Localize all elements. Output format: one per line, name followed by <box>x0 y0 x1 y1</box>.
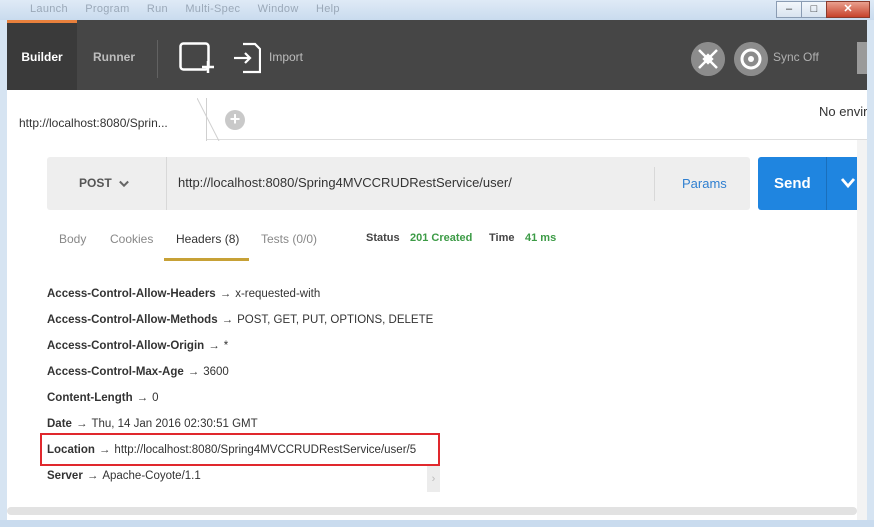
tab-cookies[interactable]: Cookies <box>110 232 153 246</box>
active-tab-indicator <box>164 258 249 261</box>
time-value: 41 ms <box>525 232 557 244</box>
arrow-icon: → <box>136 392 149 404</box>
window-bottom-frame <box>0 520 874 527</box>
sync-icon[interactable] <box>734 42 768 76</box>
toolbar-divider <box>157 40 158 78</box>
send-options-chevron-icon[interactable] <box>840 177 856 189</box>
add-tab-button[interactable]: + <box>225 110 245 130</box>
status-value: 201 Created <box>410 232 473 244</box>
response-scroll-handle[interactable]: › <box>427 466 440 492</box>
tab-builder[interactable]: Builder <box>7 20 77 90</box>
header-row: Access-Control-Allow-Headers → x-requested… <box>47 288 320 300</box>
header-value: 0 <box>152 392 159 404</box>
arrow-icon: → <box>86 470 99 482</box>
location-highlight-box <box>40 433 440 466</box>
new-request-icon[interactable] <box>179 42 215 74</box>
send-button[interactable]: Send <box>758 157 867 210</box>
status-label: Status <box>366 232 400 244</box>
minimize-button[interactable]: – <box>776 1 802 18</box>
header-row: Date → Thu, 14 Jan 2016 02:30:51 GMT <box>47 418 258 430</box>
sync-status: Sync Off <box>773 50 819 64</box>
menu-item-program[interactable]: Program <box>85 3 129 15</box>
tab-edge <box>197 98 220 141</box>
header-key: Server <box>47 470 83 482</box>
method-select[interactable]: POST <box>47 157 167 210</box>
tab-body[interactable]: Body <box>59 232 86 246</box>
header-value: POST, GET, PUT, OPTIONS, DELETE <box>237 314 434 326</box>
postman-app: Builder Runner Import Sync Off http://lo… <box>7 20 867 520</box>
close-button[interactable]: ✕ <box>826 1 870 18</box>
arrow-icon: → <box>208 340 220 352</box>
vertical-scrollbar[interactable] <box>857 140 867 520</box>
tab-runner[interactable]: Runner <box>93 20 135 90</box>
header-value: Apache-Coyote/1.1 <box>102 470 201 482</box>
header-key: Date <box>47 418 72 430</box>
import-icon[interactable] <box>233 42 261 74</box>
header-row: Access-Control-Allow-Methods → POST, GET, … <box>47 314 433 326</box>
header-key: Access-Control-Max-Age <box>47 366 184 378</box>
environment-selector[interactable]: No envir <box>819 104 867 119</box>
header-row: Server → Apache-Coyote/1.1 <box>47 470 201 482</box>
header-key: Access-Control-Allow-Headers <box>47 288 216 300</box>
menu-item-window[interactable]: Window <box>258 3 299 15</box>
header-row: Content-Length → 0 <box>47 392 159 404</box>
import-label[interactable]: Import <box>269 50 303 64</box>
header-row: Access-Control-Allow-Origin → * <box>47 340 228 352</box>
header-value: 3600 <box>203 366 229 378</box>
params-divider <box>654 167 655 201</box>
arrow-icon: → <box>221 314 234 326</box>
window-controls: – □ ✕ <box>776 1 870 18</box>
request-tab-row: http://localhost:8080/Sprin... + No envi… <box>7 90 867 141</box>
header-key: Content-Length <box>47 392 133 404</box>
interceptor-icon[interactable] <box>691 42 725 76</box>
header-key: Access-Control-Allow-Methods <box>47 314 218 326</box>
window-titlebar: Launch Program Run Multi-Spec Window Hel… <box>0 0 874 20</box>
arrow-icon: → <box>219 288 232 300</box>
send-label: Send <box>774 175 811 192</box>
header-row: Access-Control-Max-Age → 3600 <box>47 366 229 378</box>
url-bar: POST http://localhost:8080/Spring4MVCCRU… <box>47 157 750 210</box>
send-divider <box>826 157 827 210</box>
url-input[interactable]: http://localhost:8080/Spring4MVCCRUDRest… <box>178 175 512 190</box>
maximize-button[interactable]: □ <box>801 1 827 18</box>
menu-item-run[interactable]: Run <box>147 3 168 15</box>
header-value: Thu, 14 Jan 2016 02:30:51 GMT <box>91 418 258 430</box>
tab-tests[interactable]: Tests (0/0) <box>261 232 317 246</box>
toolbar-edge <box>857 42 867 74</box>
header-value: x-requested-with <box>235 288 321 300</box>
method-value: POST <box>79 176 112 190</box>
time-label: Time <box>489 232 515 244</box>
menu-item-multi-spec[interactable]: Multi-Spec <box>185 3 240 15</box>
header-key: Access-Control-Allow-Origin <box>47 340 205 352</box>
params-button[interactable]: Params <box>682 176 727 191</box>
arrow-icon: → <box>75 418 88 430</box>
top-toolbar: Builder Runner Import Sync Off <box>7 20 867 90</box>
chevron-down-icon[interactable] <box>119 179 129 189</box>
request-tab[interactable]: http://localhost:8080/Sprin... <box>7 98 207 141</box>
menu-item-help[interactable]: Help <box>316 3 340 15</box>
request-tab-label: http://localhost:8080/Sprin... <box>19 116 168 130</box>
header-value: * <box>223 340 229 352</box>
tab-headers[interactable]: Headers (8) <box>176 232 239 246</box>
horizontal-scrollbar[interactable] <box>7 507 857 515</box>
menu-item-launch[interactable]: Launch <box>30 3 68 15</box>
window-menu: Launch Program Run Multi-Spec Window Hel… <box>30 3 354 15</box>
arrow-icon: → <box>187 366 200 378</box>
